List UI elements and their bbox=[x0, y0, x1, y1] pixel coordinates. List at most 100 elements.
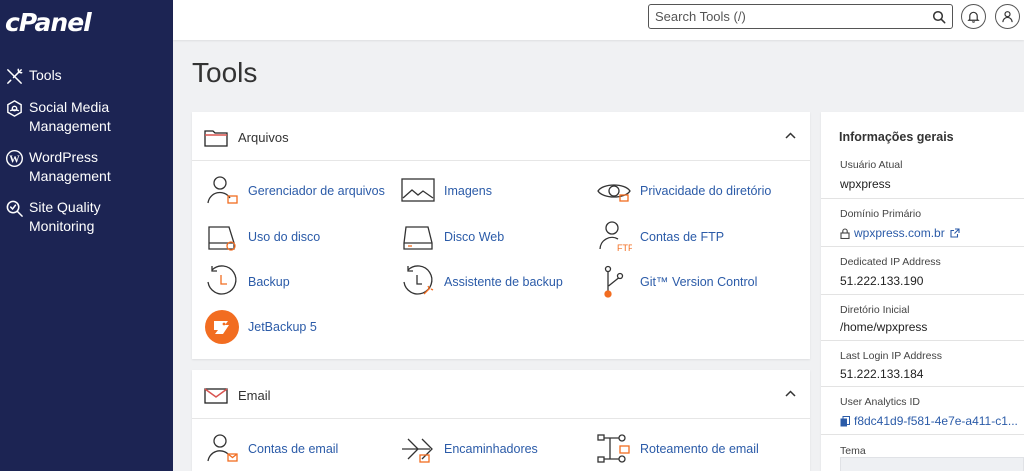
tool-ftp-accounts[interactable]: FTP Contas de FTP bbox=[596, 219, 724, 255]
primary-domain-link[interactable]: wpxpress.com.br bbox=[840, 226, 960, 240]
tool-label: Encaminhadores bbox=[444, 442, 538, 456]
sidebar-item-label: WordPress Management bbox=[29, 149, 111, 184]
web-disk-icon bbox=[403, 226, 433, 250]
email-routing-icon bbox=[597, 434, 630, 463]
info-row-primary-domain: Domínio Primário wpxpress.com.br bbox=[821, 198, 1024, 246]
backup-icon bbox=[207, 265, 237, 295]
tool-label: Gerenciador de arquivos bbox=[248, 184, 385, 198]
ftp-accounts-icon: FTP bbox=[599, 221, 632, 253]
tool-label: Backup bbox=[248, 275, 290, 289]
file-manager-icon bbox=[207, 176, 238, 204]
tool-label: Contas de email bbox=[248, 442, 339, 456]
info-title: Informações gerais bbox=[839, 130, 954, 144]
info-row-last-login-ip: Last Login IP Address 51.222.133.184 bbox=[821, 340, 1024, 386]
info-value: 51.222.133.190 bbox=[840, 274, 924, 288]
user-icon bbox=[1002, 11, 1013, 23]
backup-wizard-icon bbox=[403, 265, 434, 295]
sidebar-item-label: Social Media Management bbox=[29, 99, 111, 134]
info-value: /home/wpxpress bbox=[840, 320, 928, 334]
sidebar-item-label: Tools bbox=[29, 67, 62, 83]
info-row-dedicated-ip: Dedicated IP Address 51.222.133.190 bbox=[821, 246, 1024, 294]
info-label: Tema bbox=[840, 445, 866, 457]
page-title: Tools bbox=[192, 57, 258, 88]
tool-jetbackup[interactable]: JetBackup 5 bbox=[204, 309, 317, 345]
copy-icon[interactable] bbox=[840, 415, 850, 427]
sidebar-nav: Tools Social Media Management W WordPres… bbox=[0, 66, 173, 248]
sidebar-item-tools[interactable]: Tools bbox=[0, 66, 173, 86]
lock-icon bbox=[840, 227, 850, 239]
search-box bbox=[648, 4, 953, 29]
section-title: Arquivos bbox=[238, 130, 289, 145]
svg-text:W: W bbox=[9, 154, 20, 165]
tools-icon bbox=[7, 68, 23, 84]
tool-web-disk[interactable]: Disco Web bbox=[400, 219, 504, 255]
tool-file-manager[interactable]: Gerenciador de arquivos bbox=[204, 173, 385, 209]
info-label: User Analytics ID bbox=[840, 396, 920, 408]
info-label: Dedicated IP Address bbox=[840, 256, 941, 268]
info-label: Usuário Atual bbox=[840, 159, 903, 171]
sidebar-item-wordpress[interactable]: W WordPress Management bbox=[0, 148, 173, 186]
search-input[interactable] bbox=[649, 5, 919, 28]
info-label: Domínio Primário bbox=[840, 208, 922, 220]
notifications-button[interactable] bbox=[961, 4, 986, 29]
chevron-up-icon[interactable] bbox=[785, 132, 796, 139]
email-accounts-icon bbox=[207, 434, 238, 462]
chevron-up-icon[interactable] bbox=[785, 390, 796, 397]
tool-label: Roteamento de email bbox=[640, 442, 759, 456]
sidebar-item-label: Site Quality Monitoring bbox=[29, 199, 101, 234]
primary-domain-text: wpxpress.com.br bbox=[854, 226, 945, 240]
tool-email-routing[interactable]: Roteamento de email bbox=[596, 431, 759, 467]
tool-label: Contas de FTP bbox=[640, 230, 725, 244]
svg-text:FTP: FTP bbox=[617, 243, 632, 253]
section-title: Email bbox=[238, 388, 271, 403]
tool-label: JetBackup 5 bbox=[248, 320, 317, 334]
sidebar-item-social-media[interactable]: Social Media Management bbox=[0, 98, 173, 136]
tool-backup-wizard[interactable]: Assistente de backup bbox=[400, 264, 563, 300]
directory-privacy-icon bbox=[597, 184, 631, 202]
cpanel-logo[interactable]: cPanel bbox=[5, 8, 92, 37]
social-media-icon bbox=[7, 100, 22, 117]
tool-label: Disco Web bbox=[444, 230, 505, 244]
section-email: Email Contas de email Encaminhadores Rot… bbox=[192, 370, 810, 471]
external-link-icon bbox=[950, 228, 960, 238]
section-arquivos: Arquivos Gerenciador de arquivos Imagens… bbox=[192, 112, 810, 359]
tool-label: Uso do disco bbox=[248, 230, 321, 244]
bell-icon bbox=[967, 11, 980, 23]
info-row-home-dir: Diretório Inicial /home/wpxpress bbox=[821, 294, 1024, 340]
tool-email-accounts[interactable]: Contas de email bbox=[204, 431, 338, 467]
user-menu-button[interactable] bbox=[995, 4, 1020, 29]
section-header[interactable]: Arquivos bbox=[192, 112, 810, 161]
sidebar-item-site-quality[interactable]: Site Quality Monitoring bbox=[0, 198, 173, 236]
tool-label: Privacidade do diretório bbox=[640, 184, 772, 198]
general-info-panel: Informações gerais Usuário Atual wpxpres… bbox=[821, 112, 1024, 471]
info-value: wpxpress bbox=[840, 177, 891, 191]
tool-label: Imagens bbox=[444, 184, 492, 198]
theme-select[interactable] bbox=[840, 457, 1024, 471]
forwarders-icon bbox=[402, 438, 433, 463]
tool-images[interactable]: Imagens bbox=[400, 173, 492, 209]
tool-forwarders[interactable]: Encaminhadores bbox=[400, 431, 538, 467]
top-header bbox=[173, 0, 1024, 40]
git-icon bbox=[604, 265, 624, 298]
tool-disk-usage[interactable]: Uso do disco bbox=[204, 219, 320, 255]
analytics-id-value[interactable]: f8dc41d9-f581-4e7e-a411-c1... bbox=[840, 414, 1018, 428]
analytics-id-text: f8dc41d9-f581-4e7e-a411-c1... bbox=[854, 414, 1018, 428]
wordpress-icon: W bbox=[5, 149, 24, 168]
tool-directory-privacy[interactable]: Privacidade do diretório bbox=[596, 173, 771, 209]
info-label: Last Login IP Address bbox=[840, 350, 942, 362]
info-value: 51.222.133.184 bbox=[840, 367, 924, 381]
envelope-icon bbox=[204, 388, 228, 404]
tool-backup[interactable]: Backup bbox=[204, 264, 290, 300]
info-row-analytics-id: User Analytics ID f8dc41d9-f581-4e7e-a41… bbox=[821, 386, 1024, 434]
sidebar: cPanel Tools Social Media Management W W… bbox=[0, 0, 173, 471]
tool-label: Git™ Version Control bbox=[640, 275, 758, 289]
info-row-current-user: Usuário Atual wpxpress bbox=[821, 150, 1024, 198]
info-label: Diretório Inicial bbox=[840, 304, 910, 316]
images-icon bbox=[401, 178, 435, 202]
tool-git[interactable]: Git™ Version Control bbox=[596, 264, 757, 300]
section-header[interactable]: Email bbox=[192, 370, 810, 419]
disk-usage-icon bbox=[208, 226, 236, 251]
search-icon[interactable] bbox=[932, 10, 946, 24]
site-quality-icon bbox=[6, 200, 23, 217]
folder-icon bbox=[204, 130, 228, 147]
